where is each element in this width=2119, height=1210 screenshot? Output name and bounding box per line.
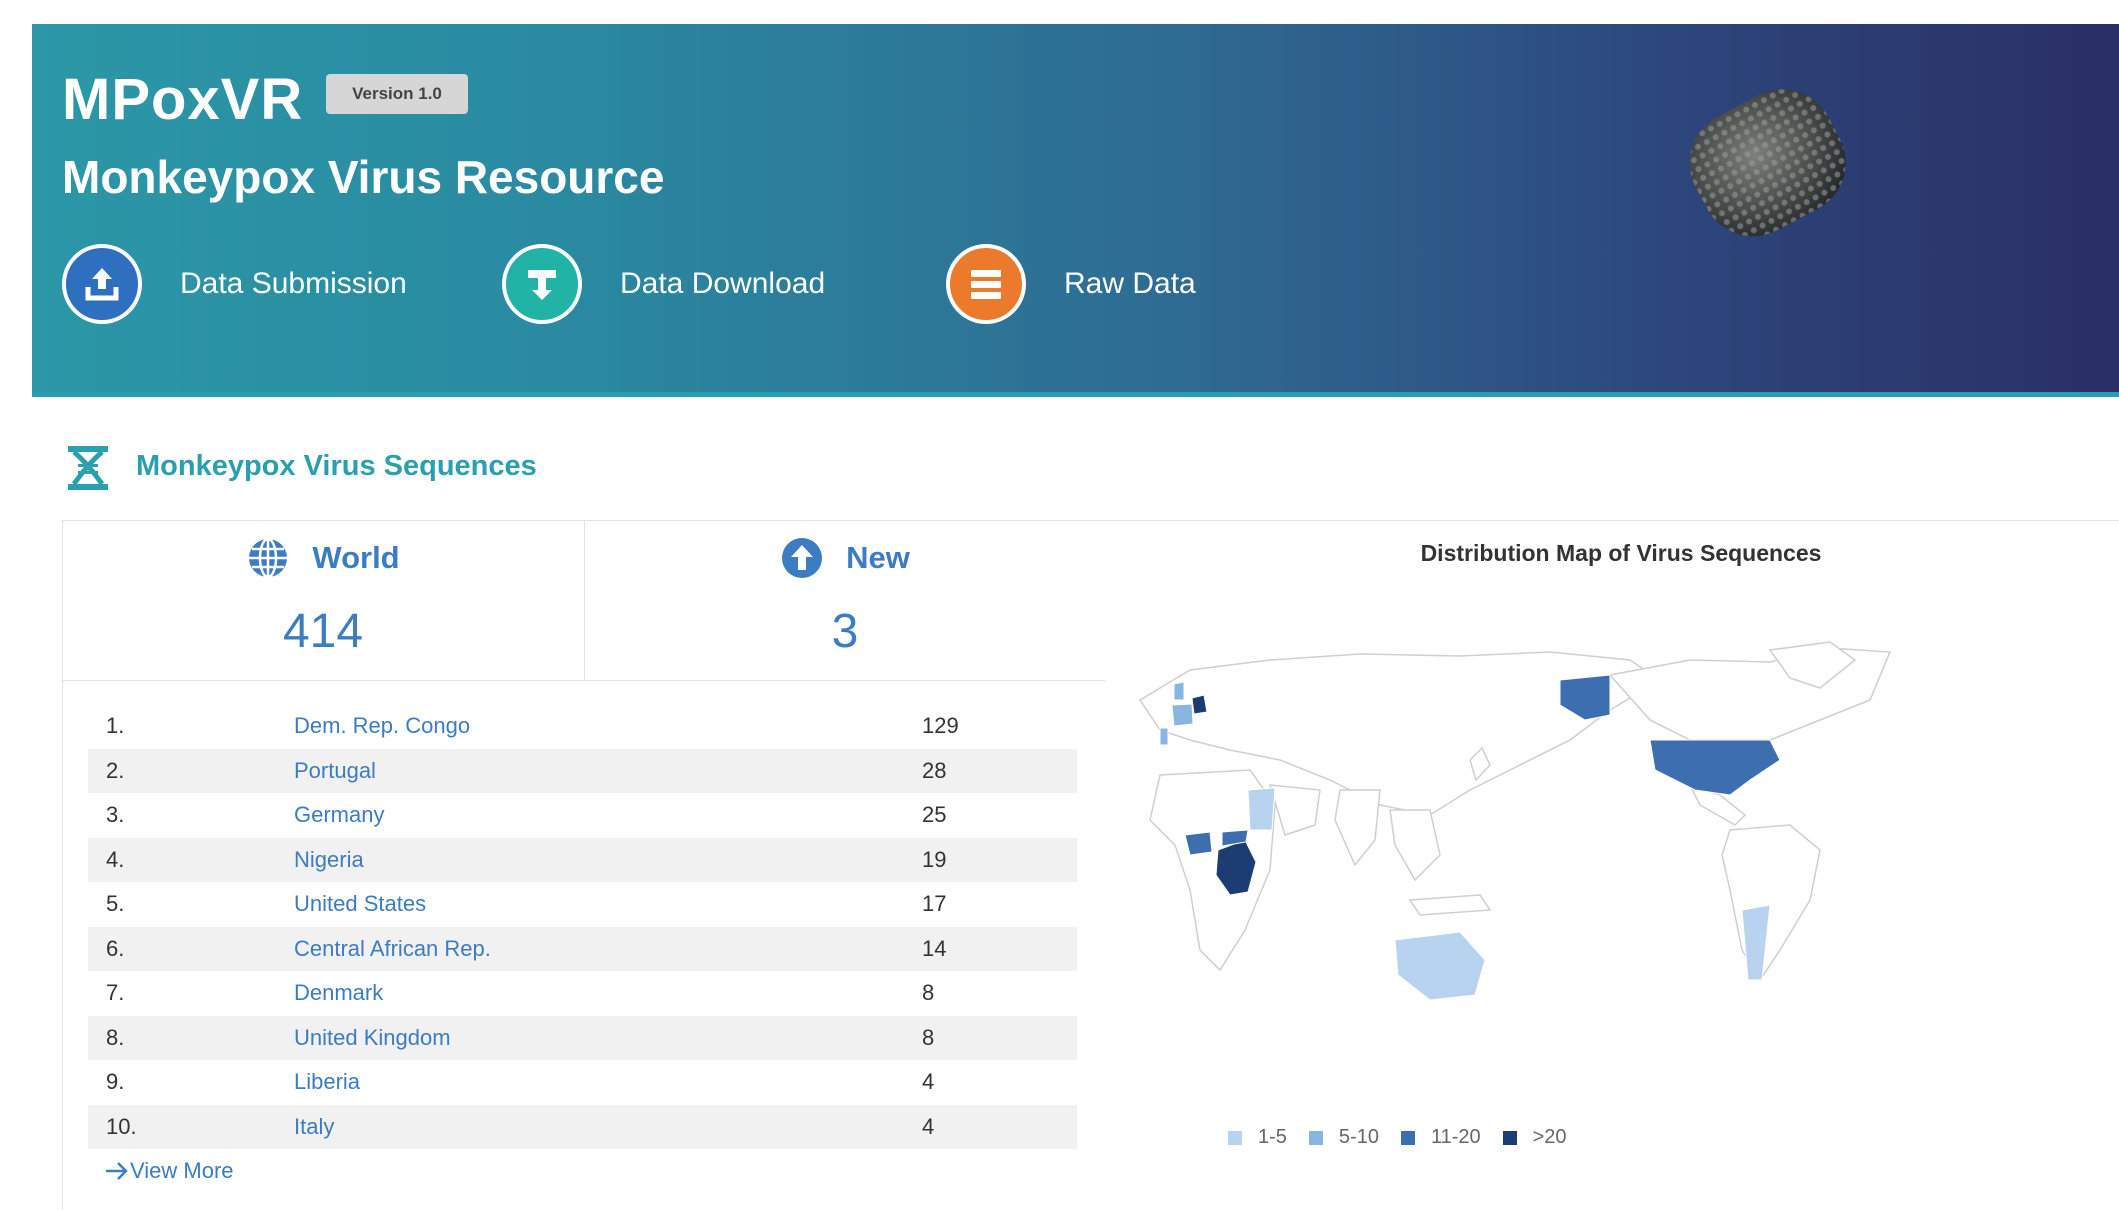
raw-data-button[interactable]: Raw Data — [946, 240, 1196, 328]
country-link[interactable]: Liberia — [294, 1069, 922, 1095]
download-icon — [502, 244, 582, 324]
rank-number: 4. — [106, 846, 125, 872]
world-label: World — [312, 540, 400, 575]
table-row: 4. Nigeria 19 — [88, 837, 1077, 882]
sequence-count: 14 — [922, 935, 947, 961]
upload-icon — [62, 244, 142, 324]
rank-number: 3. — [106, 802, 125, 828]
distribution-map[interactable] — [1130, 640, 2119, 1060]
legend-label: 5-10 — [1338, 1126, 1379, 1148]
legend-item[interactable]: 5-10 — [1308, 1126, 1379, 1149]
map-nigeria — [1184, 831, 1213, 856]
map-legend: 1-5 5-10 11-20 >20 — [1228, 1126, 1589, 1149]
sequence-count: 129 — [922, 713, 959, 739]
map-south-america — [1721, 824, 1821, 982]
section-title: Monkeypox Virus Sequences — [136, 450, 537, 482]
sequence-count: 8 — [922, 980, 935, 1006]
data-submission-label: Data Submission — [180, 267, 407, 300]
country-link[interactable]: Nigeria — [294, 847, 922, 873]
rank-number: 8. — [106, 1024, 125, 1050]
map-australia — [1394, 931, 1486, 1001]
rank-number: 10. — [106, 1113, 137, 1139]
country-link[interactable]: Central African Rep. — [294, 936, 922, 962]
legend-label: 1-5 — [1258, 1126, 1287, 1148]
legend-label: 11-20 — [1430, 1126, 1481, 1148]
sequence-count: 4 — [922, 1069, 935, 1095]
app-subtitle: Monkeypox Virus Resource — [62, 151, 665, 203]
sequence-count: 4 — [922, 1113, 935, 1139]
sequence-count: 25 — [922, 802, 947, 828]
map-united-kingdom — [1173, 681, 1185, 701]
country-link[interactable]: Dem. Rep. Congo — [294, 713, 922, 739]
country-link[interactable]: United Kingdom — [294, 1025, 922, 1051]
table-row: 7. Denmark 8 — [88, 971, 1077, 1016]
map-southeast-asia — [1389, 809, 1441, 882]
table-row: 5. United States 17 — [88, 882, 1077, 927]
virus-image — [1689, 89, 1846, 237]
country-link[interactable]: United States — [294, 891, 922, 917]
dna-icon — [68, 446, 108, 490]
map-portugal — [1159, 727, 1169, 746]
map-germany — [1191, 694, 1208, 715]
view-more-link[interactable]: View More — [104, 1158, 234, 1184]
table-row: 10. Italy 4 — [88, 1104, 1077, 1149]
globe-icon — [249, 537, 288, 579]
raw-data-label: Raw Data — [1064, 267, 1196, 300]
table-row: 1. Dem. Rep. Congo 129 — [88, 704, 1077, 749]
rank-number: 9. — [106, 1069, 125, 1095]
legend-swatch — [1308, 1130, 1323, 1145]
map-title: Distribution Map of Virus Sequences — [1420, 540, 1822, 566]
world-count: 414 — [282, 605, 364, 658]
country-link[interactable]: Portugal — [294, 758, 922, 784]
world-stat: World 414 — [62, 520, 585, 681]
app-title: MPoxVR — [62, 67, 304, 132]
new-stat: New 3 — [585, 520, 1105, 681]
legend-item[interactable]: 11-20 — [1400, 1126, 1481, 1149]
table-row: 2. Portugal 28 — [88, 748, 1077, 793]
rank-number: 6. — [106, 935, 125, 961]
country-link[interactable]: Italy — [294, 1114, 922, 1140]
rank-number: 2. — [106, 757, 125, 783]
legend-item[interactable]: >20 — [1502, 1126, 1567, 1149]
country-link[interactable]: Denmark — [294, 980, 922, 1006]
rank-number: 1. — [106, 713, 125, 739]
view-more-label: View More — [130, 1158, 234, 1183]
rank-number: 5. — [106, 891, 125, 917]
sequence-count: 28 — [922, 757, 947, 783]
country-link[interactable]: Germany — [294, 802, 922, 828]
arrow-up-circle-icon — [782, 538, 823, 578]
data-download-label: Data Download — [620, 267, 826, 300]
legend-swatch — [1400, 1130, 1415, 1145]
map-arabia — [1268, 784, 1321, 836]
data-download-button[interactable]: Data Download — [502, 240, 825, 328]
sequence-count: 8 — [922, 1024, 935, 1050]
map-united-states — [1649, 739, 1781, 796]
legend-swatch — [1228, 1130, 1242, 1145]
legend-label: >20 — [1532, 1126, 1567, 1148]
version-badge: Version 1.0 — [326, 74, 468, 114]
legend-item[interactable]: 1-5 — [1228, 1126, 1287, 1149]
table-row: 3. Germany 25 — [88, 793, 1077, 838]
map-india — [1334, 789, 1381, 867]
sequence-count: 19 — [922, 846, 947, 872]
new-count: 3 — [831, 605, 859, 658]
table-row: 8. United Kingdom 8 — [88, 1015, 1077, 1060]
map-sudan — [1247, 787, 1276, 831]
database-icon — [946, 244, 1026, 324]
country-ranking-table: 1. Dem. Rep. Congo 129 2. Portugal 28 3.… — [88, 704, 1077, 1149]
banner-divider — [32, 392, 2119, 397]
table-row: 6. Central African Rep. 14 — [88, 926, 1077, 971]
data-submission-button[interactable]: Data Submission — [62, 240, 407, 328]
arrow-right-icon — [106, 1162, 128, 1180]
rank-number: 7. — [106, 980, 125, 1006]
legend-swatch — [1502, 1130, 1517, 1145]
new-label: New — [846, 540, 910, 575]
map-france — [1171, 703, 1194, 727]
table-row: 9. Liberia 4 — [88, 1060, 1077, 1105]
sequence-count: 17 — [922, 891, 947, 917]
map-indonesia — [1408, 894, 1492, 916]
